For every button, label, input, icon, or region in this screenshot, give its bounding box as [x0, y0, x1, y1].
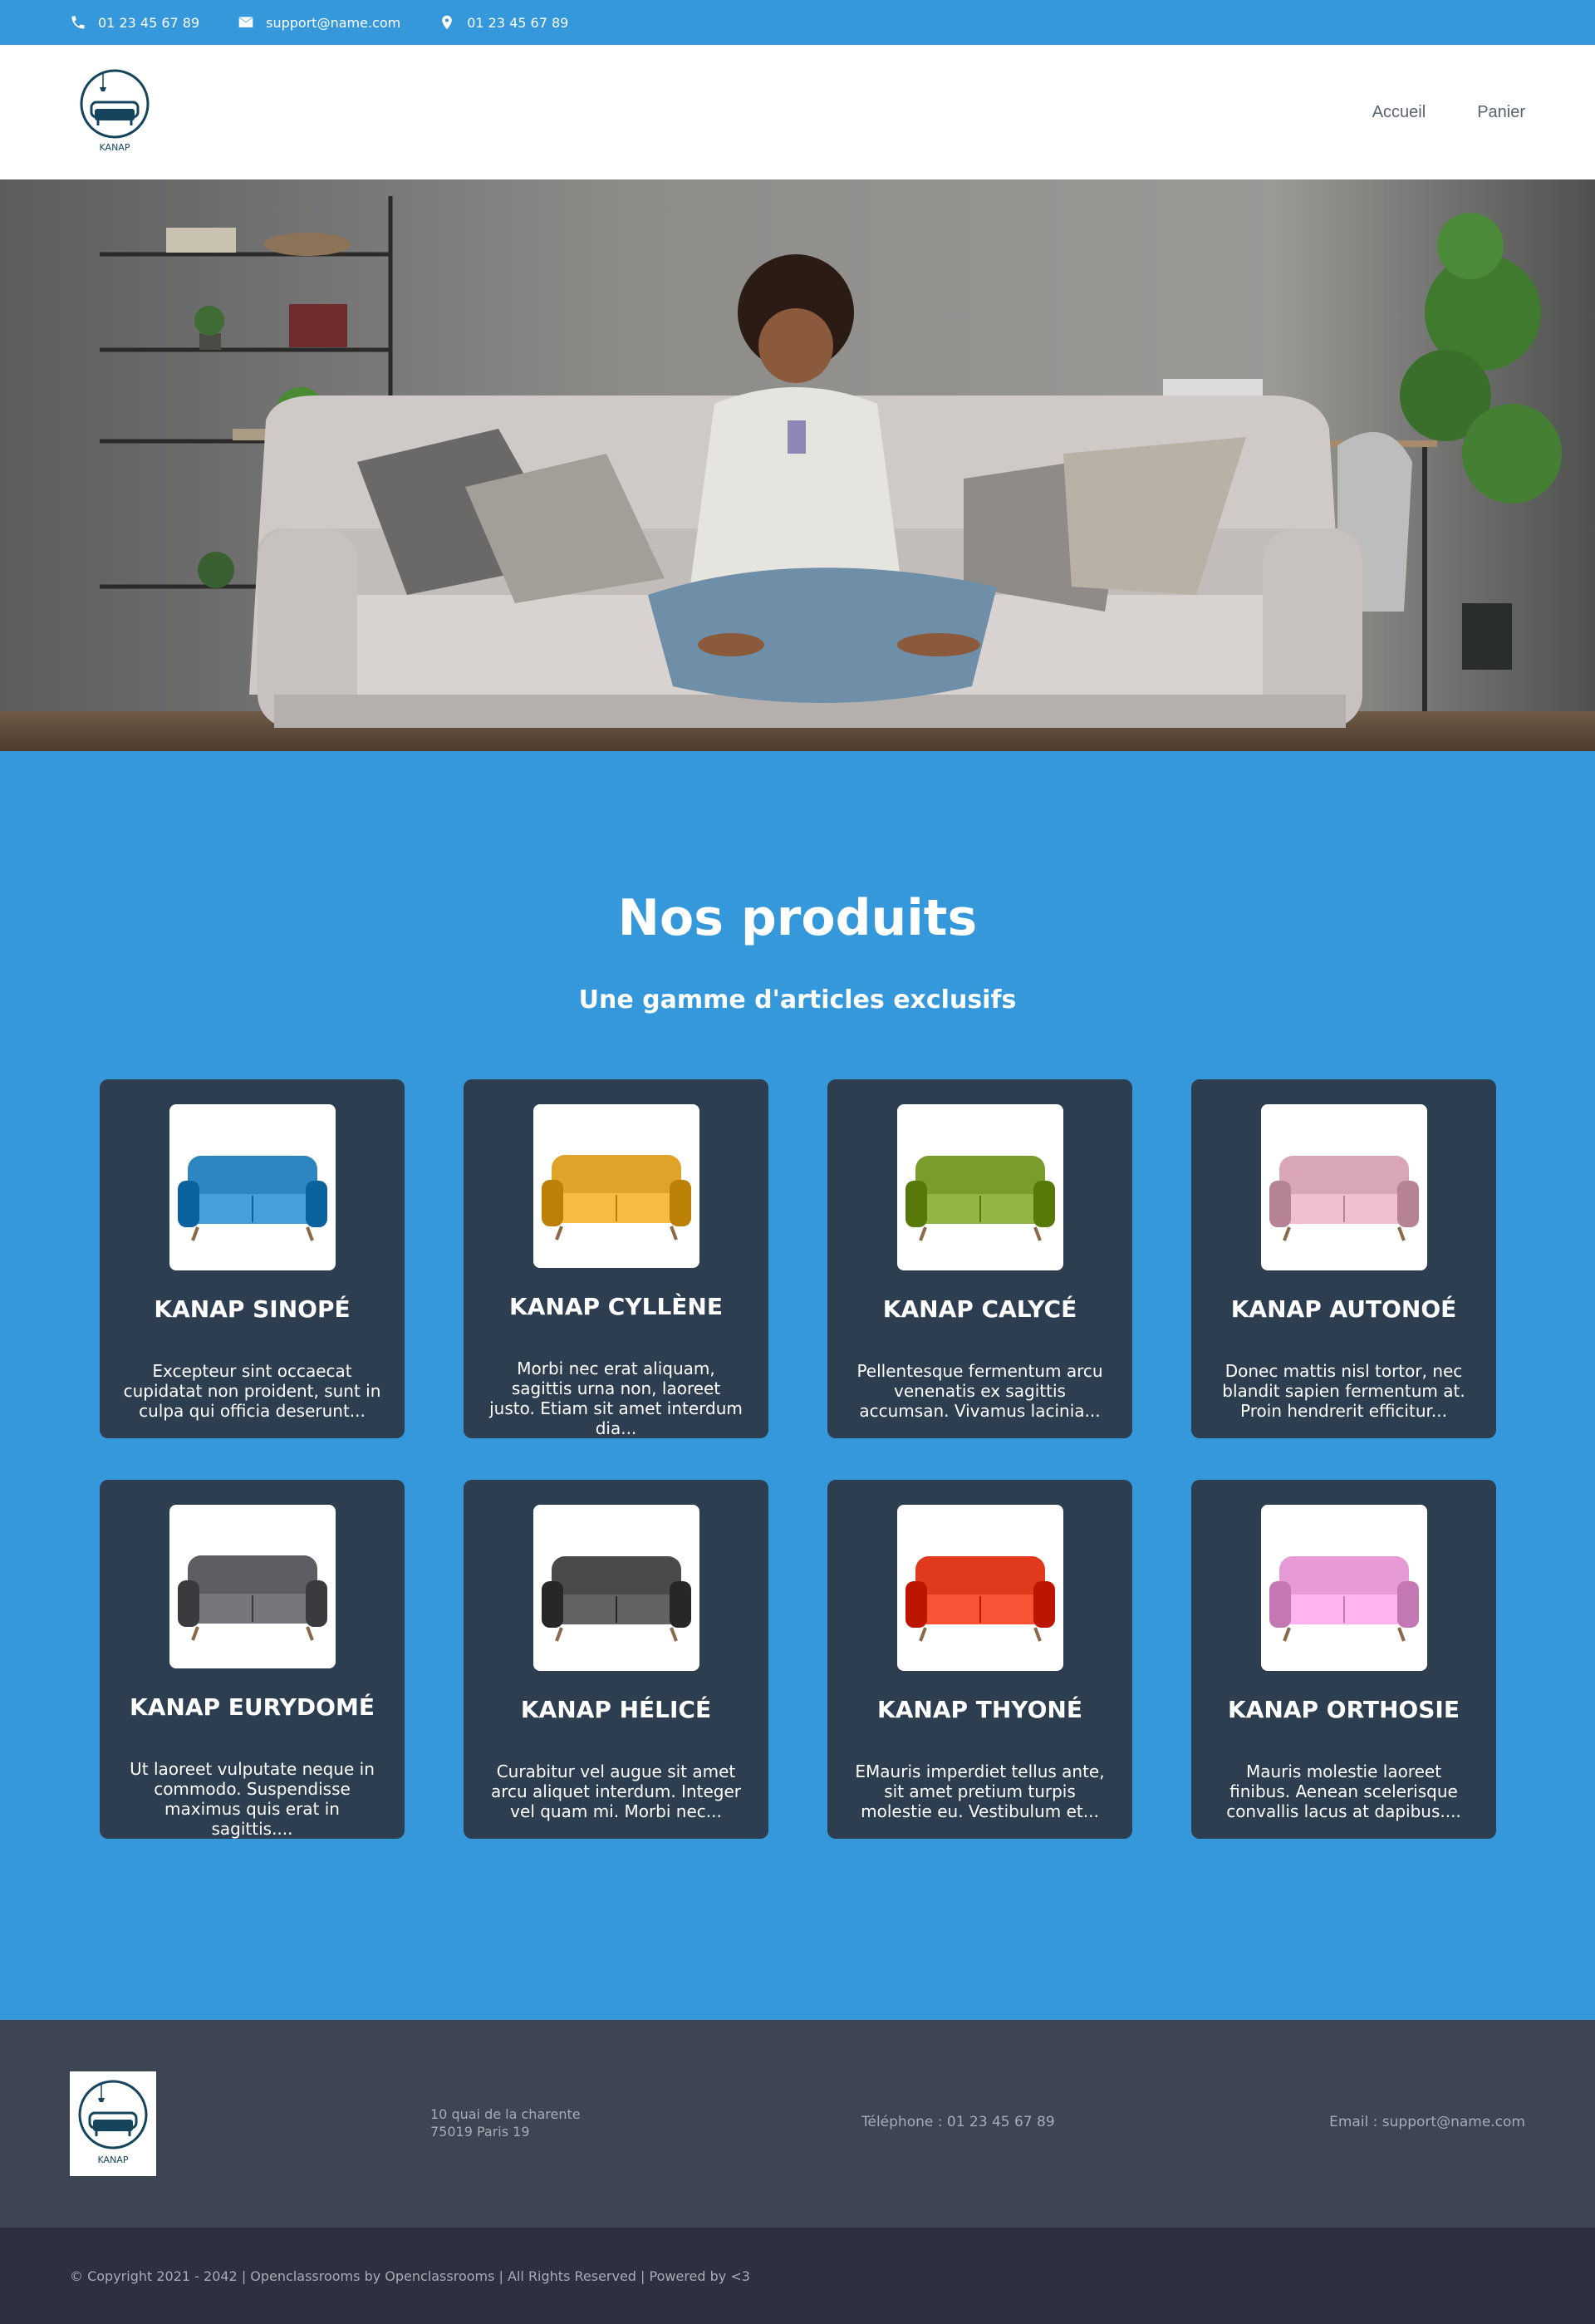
product-description: Morbi nec erat aliquam, sagittis urna no… [489, 1359, 743, 1438]
product-name: KANAP HÉLICÉ [520, 1696, 712, 1723]
envelope-icon [238, 17, 253, 27]
map-pin-icon [442, 15, 453, 30]
sofa-icon [541, 1154, 691, 1241]
product-image [532, 1104, 699, 1268]
sofa-logo-icon: KANAP [80, 69, 150, 153]
product-card[interactable]: KANAP EURYDOMÉ Ut laoreet vulputate nequ… [100, 1480, 405, 1839]
product-name: KANAP AUTONOÉ [1230, 1295, 1457, 1323]
hero-banner-image [0, 179, 1595, 751]
product-image [1260, 1505, 1427, 1671]
topbar-phone[interactable]: 01 23 45 67 89 [70, 14, 199, 31]
product-image [896, 1104, 1063, 1270]
topbar-location[interactable]: 01 23 45 67 89 [439, 14, 568, 31]
product-name: KANAP ORTHOSIE [1228, 1696, 1460, 1723]
sofa-icon [177, 1555, 327, 1641]
phone-icon [71, 16, 85, 29]
sofa-logo-icon: KANAP [78, 2080, 148, 2165]
product-description: Ut laoreet vulputate neque in commodo. S… [130, 1759, 375, 1839]
copyright-bar: © Copyright 2021 - 2042 | Openclassrooms… [0, 2228, 1595, 2324]
address-line-2: 75019 Paris 19 [430, 2124, 530, 2140]
product-grid: KANAP SINOPÉ Excepteur sint occaecat cup… [100, 1079, 1496, 1839]
product-name: KANAP EURYDOMÉ [130, 1693, 375, 1721]
product-image [532, 1505, 699, 1671]
product-description: Curabitur vel augue sit amet arcu alique… [490, 1761, 742, 1821]
footer-email[interactable]: Email : support@name.com [1329, 2114, 1525, 2130]
topbar-location-text: 01 23 45 67 89 [467, 14, 569, 31]
product-name: KANAP THYONÉ [877, 1696, 1082, 1723]
header: KANAP Accueil Panier [0, 45, 1595, 179]
product-description: Mauris molestie laoreet finibus. Aenean … [1226, 1761, 1461, 1821]
product-name: KANAP CALYCÉ [882, 1295, 1077, 1323]
sofa-icon [1269, 1556, 1419, 1642]
product-description: Excepteur sint occaecat cupidatat non pr… [123, 1361, 381, 1421]
product-image [169, 1505, 336, 1668]
product-description: Pellentesque fermentum arcu venenatis ex… [856, 1361, 1103, 1421]
nav-accueil[interactable]: Accueil [1372, 103, 1426, 122]
product-description: Donec mattis nisl tortor, nec blandit sa… [1222, 1361, 1465, 1421]
footer-address: 10 quai de la charente 75019 Paris 19 [430, 2105, 581, 2140]
product-card[interactable]: KANAP THYONÉ EMauris imperdiet tellus an… [827, 1480, 1132, 1839]
product-image [1260, 1104, 1427, 1270]
footer: KANAP 10 quai de la charente 75019 Paris… [0, 2020, 1595, 2228]
sofa-icon [905, 1156, 1055, 1241]
topbar-email-text: support@name.com [266, 14, 401, 31]
products-subtitle: Une gamme d'articles exclusifs [578, 985, 1017, 1015]
copyright-text: © Copyright 2021 - 2042 | Openclassrooms… [70, 2267, 750, 2284]
product-card[interactable]: KANAP SINOPÉ Excepteur sint occaecat cup… [100, 1079, 405, 1438]
footer-logo-text: KANAP [98, 2154, 129, 2165]
sofa-icon [177, 1156, 327, 1241]
main-nav: Accueil Panier [1372, 45, 1525, 179]
product-card[interactable]: KANAP HÉLICÉ Curabitur vel augue sit ame… [464, 1480, 768, 1839]
product-card[interactable]: KANAP AUTONOÉ Donec mattis nisl tortor, … [1191, 1079, 1496, 1438]
product-image [169, 1104, 336, 1270]
footer-logo: KANAP [70, 2071, 156, 2176]
sofa-icon [541, 1556, 691, 1642]
products-title: Nos produits [617, 889, 978, 947]
kanap-logo[interactable]: KANAP [80, 69, 150, 155]
product-description: EMauris imperdiet tellus ante, sit amet … [855, 1761, 1105, 1821]
product-image [896, 1505, 1063, 1671]
product-card[interactable]: KANAP CYLLÈNE Morbi nec erat aliquam, sa… [464, 1079, 768, 1438]
topbar-phone-text: 01 23 45 67 89 [98, 14, 200, 31]
sofa-icon [905, 1556, 1055, 1642]
topbar-email[interactable]: support@name.com [238, 14, 400, 31]
sofa-icon [1269, 1156, 1419, 1241]
logo-text: KANAP [100, 142, 130, 153]
address-line-1: 10 quai de la charente [430, 2106, 581, 2122]
product-card[interactable]: KANAP ORTHOSIE Mauris molestie laoreet f… [1191, 1480, 1496, 1839]
products-section: Nos produits Une gamme d'articles exclus… [0, 751, 1595, 2020]
footer-phone[interactable]: Téléphone : 01 23 45 67 89 [861, 2114, 1055, 2130]
nav-panier[interactable]: Panier [1477, 103, 1525, 122]
product-card[interactable]: KANAP CALYCÉ Pellentesque fermentum arcu… [827, 1079, 1132, 1438]
product-name: KANAP SINOPÉ [154, 1295, 351, 1323]
topbar: 01 23 45 67 89 support@name.com 01 23 45… [0, 0, 1595, 45]
product-name: KANAP CYLLÈNE [509, 1293, 723, 1320]
